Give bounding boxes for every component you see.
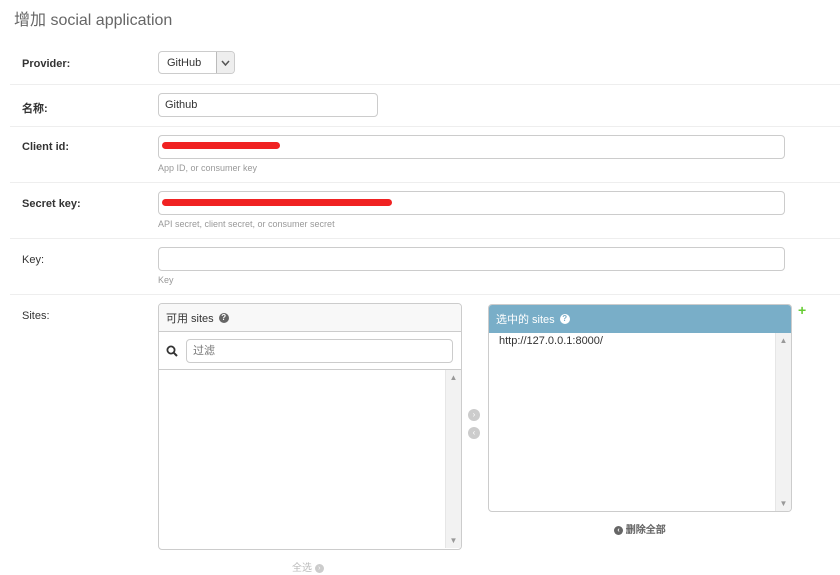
- provider-select[interactable]: GitHub: [158, 51, 235, 74]
- secret-key-help: API secret, client secret, or consumer s…: [158, 219, 335, 229]
- scrollbar[interactable]: ▲ ▼: [775, 333, 791, 511]
- filter-bar: [159, 332, 461, 370]
- question-circle-icon: ?: [218, 312, 229, 323]
- remove-selected-button[interactable]: ‹: [468, 427, 480, 439]
- name-input[interactable]: [158, 93, 378, 117]
- key-input[interactable]: [158, 247, 785, 271]
- remove-all-label: 删除全部: [625, 525, 666, 536]
- secret-key-label: Secret key:: [22, 198, 81, 210]
- available-sites-box: 可用 sites ? ▲ ▼: [158, 303, 462, 550]
- provider-value: GitHub: [167, 57, 202, 69]
- list-item[interactable]: http://127.0.0.1:8000/: [499, 335, 603, 347]
- choose-all-link[interactable]: 全选 ›: [292, 559, 324, 574]
- scroll-up-icon[interactable]: ▲: [776, 336, 791, 345]
- remove-all-link[interactable]: ‹ 删除全部: [614, 521, 666, 536]
- search-icon: [166, 345, 178, 360]
- available-sites-header: 可用 sites ?: [159, 304, 461, 332]
- redaction-mark: [162, 142, 280, 149]
- chosen-sites-title: 选中的 sites: [496, 313, 555, 326]
- scroll-up-icon[interactable]: ▲: [446, 373, 461, 382]
- client-id-help: App ID, or consumer key: [158, 163, 258, 173]
- name-row: 名称:: [10, 84, 840, 127]
- scroll-down-icon[interactable]: ▼: [446, 536, 461, 545]
- available-sites-list[interactable]: ▲ ▼: [159, 370, 461, 548]
- scroll-down-icon[interactable]: ▼: [776, 499, 791, 508]
- plus-icon[interactable]: +: [798, 303, 806, 317]
- sites-label: Sites:: [22, 310, 50, 322]
- client-id-label: Client id:: [22, 141, 70, 153]
- scrollbar[interactable]: ▲ ▼: [445, 370, 461, 548]
- chosen-sites-box: 选中的 sites ? http://127.0.0.1:8000/ ▲ ▼: [488, 304, 792, 512]
- question-circle-icon: ?: [559, 313, 570, 324]
- redaction-mark: [162, 199, 392, 206]
- choose-all-label: 全选: [292, 563, 312, 574]
- provider-row: Provider:: [10, 40, 840, 85]
- key-label: Key:: [22, 254, 45, 266]
- filter-input[interactable]: [186, 339, 453, 363]
- provider-label: Provider:: [22, 58, 71, 70]
- chevron-right-circle-icon: ›: [314, 563, 324, 573]
- chevron-left-circle-icon: ‹: [614, 525, 623, 535]
- chosen-sites-header: 选中的 sites ?: [489, 305, 791, 333]
- name-label: 名称:: [22, 103, 48, 115]
- chevron-down-icon: [216, 52, 234, 73]
- page-title: 增加 social application: [14, 12, 173, 29]
- available-sites-title: 可用 sites: [166, 312, 214, 325]
- chosen-sites-list[interactable]: http://127.0.0.1:8000/ ▲ ▼: [489, 333, 791, 511]
- add-selected-button[interactable]: ›: [468, 409, 480, 421]
- key-help: Key: [158, 275, 174, 285]
